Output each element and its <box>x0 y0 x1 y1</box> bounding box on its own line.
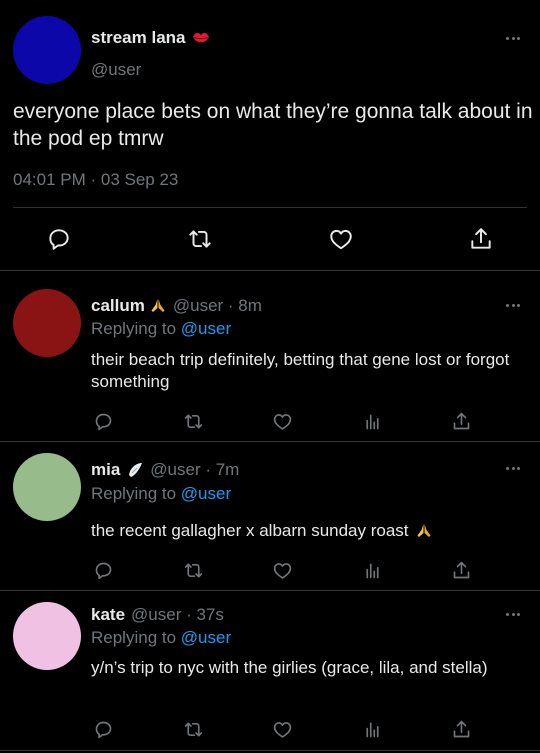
reply-header: mia @user · 7m <box>91 460 239 480</box>
reply-icon[interactable] <box>89 715 117 743</box>
analytics-icon[interactable] <box>358 407 386 435</box>
reply-icon[interactable] <box>89 407 117 435</box>
retweet-icon[interactable] <box>179 407 207 435</box>
retweet-icon[interactable] <box>182 221 218 257</box>
share-icon[interactable] <box>447 407 475 435</box>
replying-to-label: Replying to <box>91 628 177 647</box>
like-icon[interactable] <box>268 407 296 435</box>
author-name[interactable]: stream lana <box>91 28 210 48</box>
mention-link[interactable]: @user <box>181 319 231 338</box>
divider <box>13 207 527 208</box>
mention-link[interactable]: @user <box>181 484 231 503</box>
replying-to: Replying to @user <box>91 319 231 339</box>
mention-link[interactable]: @user <box>181 628 231 647</box>
replying-to: Replying to @user <box>91 628 231 648</box>
more-options-icon[interactable] <box>501 606 525 622</box>
author-name[interactable]: callum <box>91 296 145 316</box>
reply-tweet[interactable]: callum @user · 8m Replying to @user thei… <box>0 271 540 441</box>
avatar[interactable] <box>13 16 81 84</box>
reply-tweet[interactable]: kate @user · 37s Replying to @user y/n’s… <box>0 591 540 753</box>
tweet-timestamp[interactable]: 04:01 PM · 03 Sep 23 <box>13 170 178 190</box>
like-icon[interactable] <box>268 715 296 743</box>
more-options-icon[interactable] <box>501 30 525 46</box>
share-icon[interactable] <box>447 715 475 743</box>
reply-text-content: the recent gallagher x albarn sunday roa… <box>91 521 409 540</box>
wing-icon <box>126 461 144 479</box>
reply-text: their beach trip definitely, betting tha… <box>91 350 510 391</box>
reply-meta: @user · 8m <box>172 296 262 315</box>
replying-to-label: Replying to <box>91 319 177 338</box>
more-options-icon[interactable] <box>501 460 525 476</box>
reply-text: the recent gallagher x albarn sunday roa… <box>91 520 521 542</box>
reply-header: callum @user · 8m <box>91 296 262 316</box>
reply-actions <box>0 715 540 743</box>
avatar[interactable] <box>13 453 81 521</box>
reply-header: kate @user · 37s <box>91 605 224 625</box>
more-options-icon[interactable] <box>501 297 525 313</box>
folded-hands-icon <box>149 297 167 315</box>
author-name[interactable]: kate <box>91 605 125 625</box>
reply-icon[interactable] <box>41 221 77 257</box>
reply-text: y/n’s trip to nyc with the girlies (grac… <box>91 658 488 677</box>
lips-icon <box>192 31 210 45</box>
share-icon[interactable] <box>463 221 499 257</box>
author-name[interactable]: mia <box>91 460 120 480</box>
divider <box>0 750 540 751</box>
reply-tweet[interactable]: mia @user · 7m Replying to @user the rec… <box>0 442 540 590</box>
replying-to-label: Replying to <box>91 484 177 503</box>
like-icon[interactable] <box>268 556 296 584</box>
reply-meta: @user · 37s <box>131 605 224 624</box>
like-icon[interactable] <box>323 221 359 257</box>
avatar[interactable] <box>13 602 81 670</box>
tweet-actions <box>0 221 540 257</box>
analytics-icon[interactable] <box>358 715 386 743</box>
share-icon[interactable] <box>447 556 475 584</box>
retweet-icon[interactable] <box>179 556 207 584</box>
author-handle[interactable]: @user <box>91 60 141 80</box>
main-tweet: stream lana @user everyone place bets on… <box>0 0 540 270</box>
replying-to: Replying to @user <box>91 484 231 504</box>
reply-meta: @user · 7m <box>150 460 240 479</box>
folded-hands-icon <box>415 522 433 540</box>
author-name-text[interactable]: stream lana <box>91 28 186 48</box>
retweet-icon[interactable] <box>179 715 207 743</box>
reply-actions <box>0 556 540 584</box>
reply-actions <box>0 407 540 435</box>
avatar[interactable] <box>13 289 81 357</box>
reply-icon[interactable] <box>89 556 117 584</box>
tweet-text: everyone place bets on what they’re gonn… <box>13 100 533 150</box>
analytics-icon[interactable] <box>358 556 386 584</box>
